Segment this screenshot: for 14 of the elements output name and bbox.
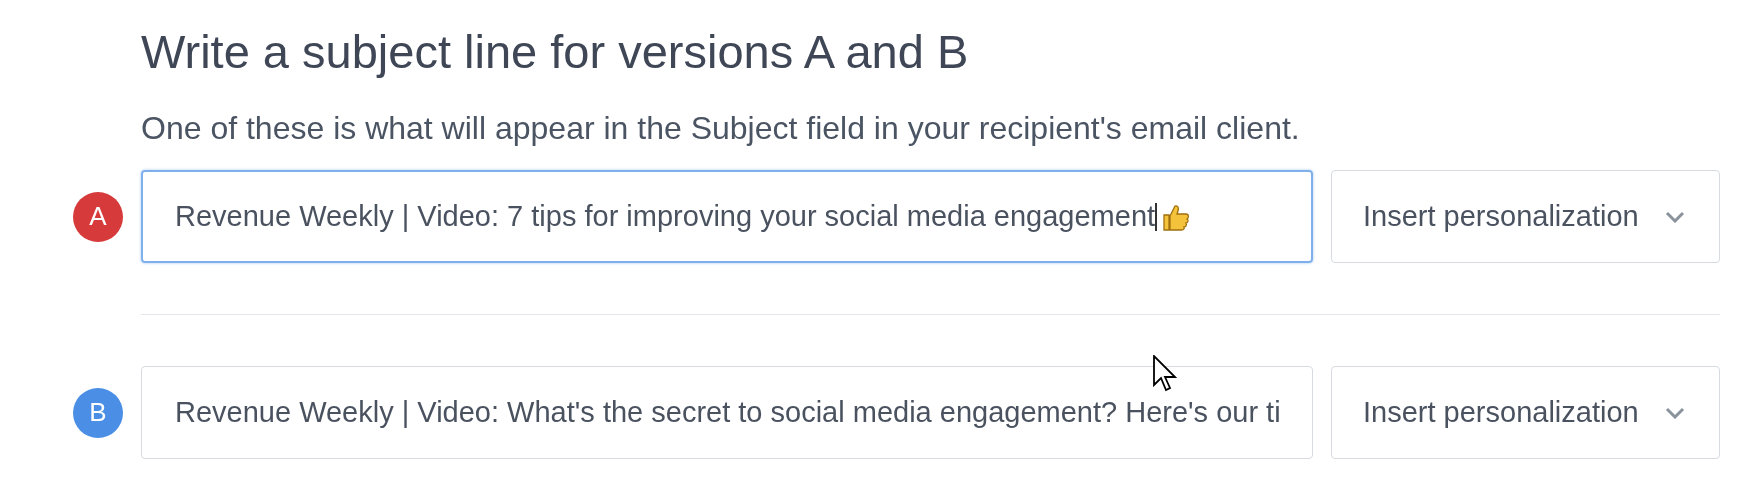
personalization-dropdown[interactable]: Insert personalization [1331, 170, 1720, 263]
subject-text: Revenue Weekly | Video: 7 tips for improving your social media engagement [175, 198, 1156, 234]
chevron-down-icon [1665, 210, 1685, 223]
text-caret [1155, 202, 1158, 231]
subject-text: Revenue Weekly | Video: What's the secret to social media engagement? Here's our ti [175, 394, 1281, 430]
description: One of these is what will appear in the Subject field in your recipient's email client. [141, 110, 1301, 146]
chevron-down-icon [1665, 406, 1685, 419]
mouse-cursor-icon [1153, 355, 1177, 393]
version-badge: A [73, 191, 123, 242]
heading: Write a subject line for versions A and B [141, 24, 970, 80]
subject-field[interactable]: Revenue Weekly | Video: What's the secret to social media engagement? Here's our ti [141, 366, 1313, 459]
personalization-dropdown[interactable]: Insert personalization [1331, 366, 1720, 459]
version-badge: B [73, 387, 123, 438]
subject-field[interactable]: Revenue Weekly | Video: 7 tips for improving your social media engagement [141, 170, 1313, 263]
